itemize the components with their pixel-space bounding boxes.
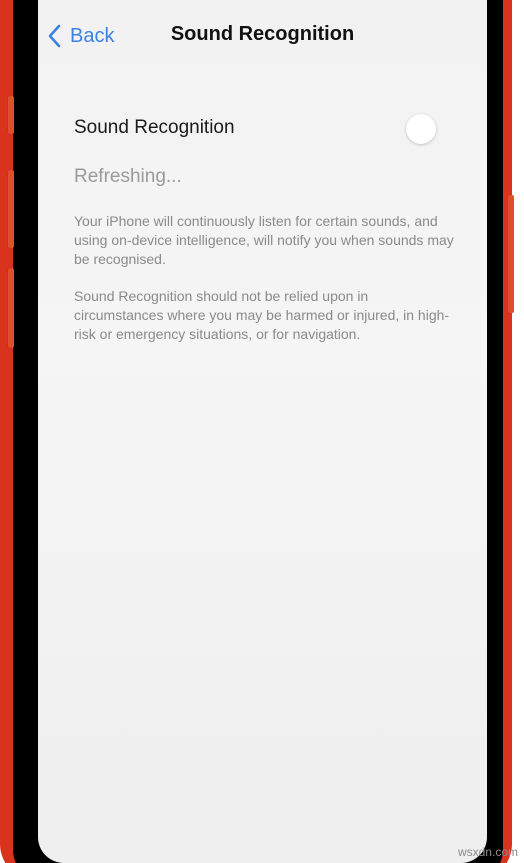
mute-switch [8, 96, 14, 134]
description-text: Your iPhone will continuously listen for… [74, 213, 454, 267]
sound-recognition-label: Sound Recognition [74, 117, 235, 138]
phone-screen: Back Sound Recognition Sound Recognition… [38, 0, 487, 863]
toggle-knob [406, 114, 436, 144]
warning-text: Sound Recognition should not be relied u… [74, 288, 450, 342]
navigation-bar: Back Sound Recognition [38, 0, 487, 70]
sound-recognition-toggle[interactable] [406, 111, 454, 145]
volume-up-button [8, 170, 14, 248]
page-title: Sound Recognition [170, 23, 355, 45]
status-text: Refreshing... [74, 166, 182, 187]
power-button [508, 195, 514, 313]
viewport: Back Sound Recognition Sound Recognition… [0, 0, 524, 863]
watermark: wsxdn.com [457, 845, 518, 859]
volume-down-button [8, 268, 14, 348]
sound-recognition-row: Sound Recognition [74, 108, 454, 148]
